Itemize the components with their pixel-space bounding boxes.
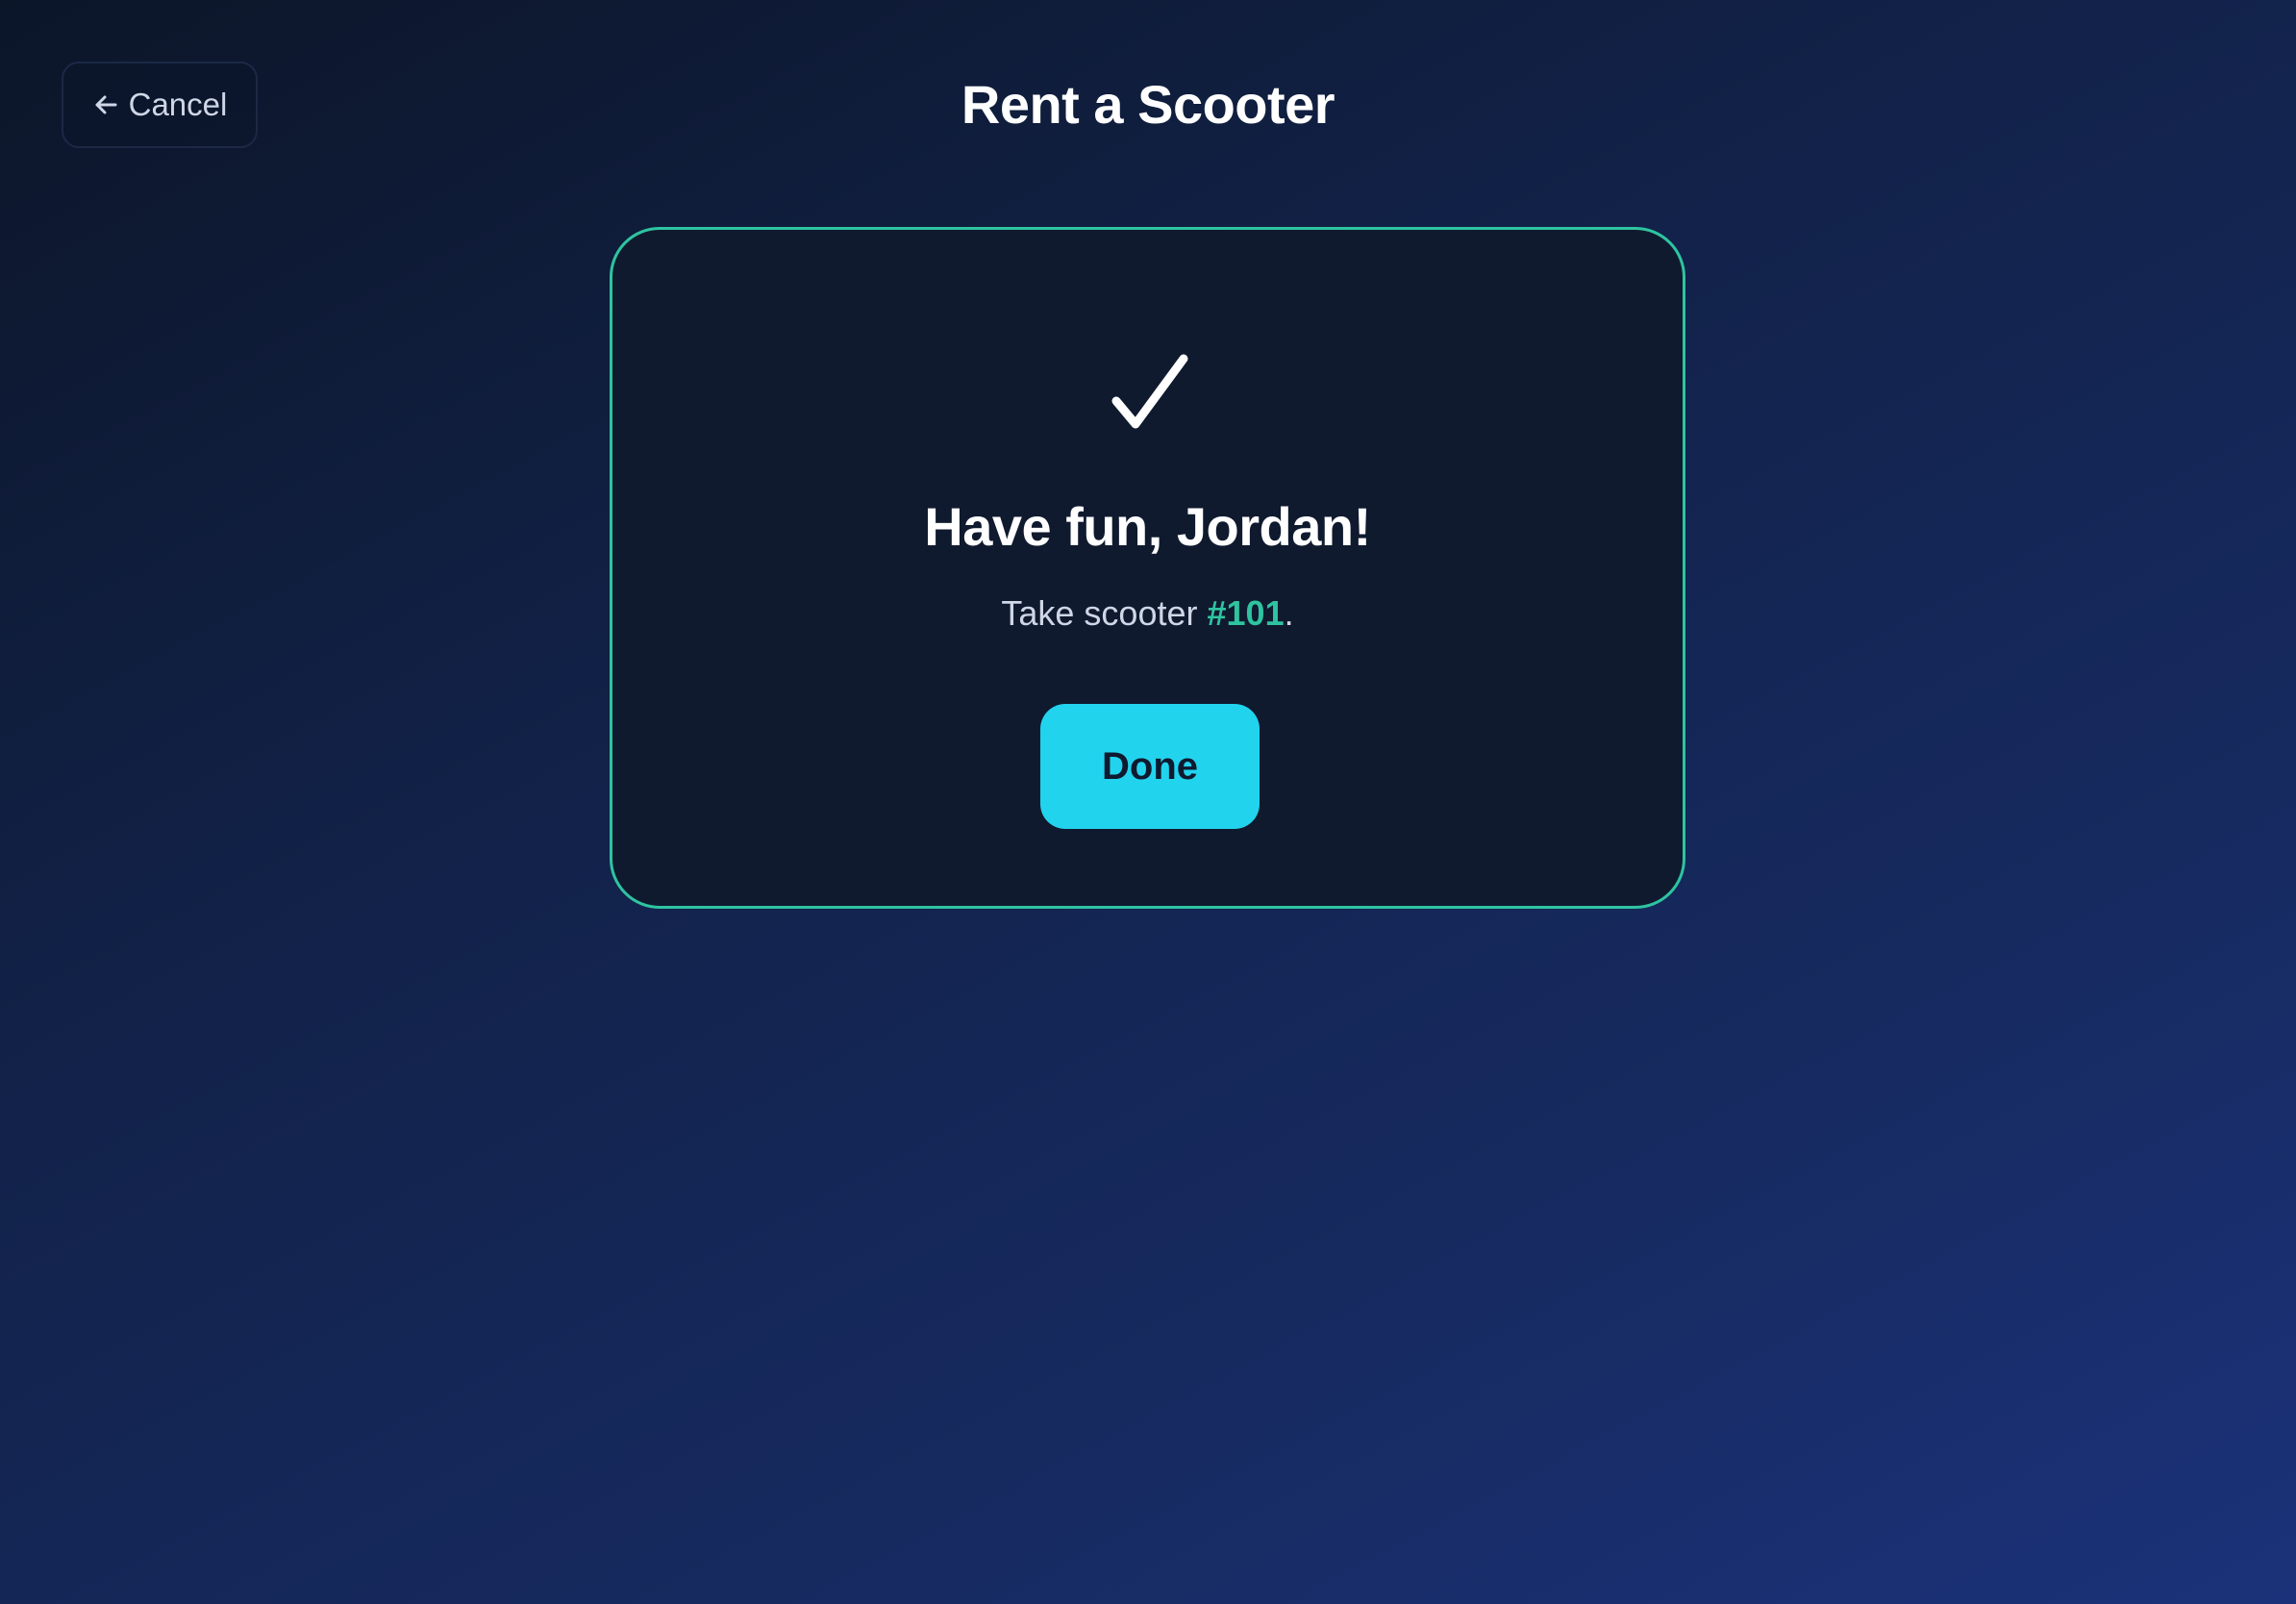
message-prefix: Take scooter [1001,593,1208,633]
scooter-number: #101 [1207,593,1285,633]
check-icon [1107,353,1193,439]
page-title: Rent a Scooter [961,74,1335,135]
done-button[interactable]: Done [1040,704,1260,829]
confirmation-heading: Have fun, Jordan! [924,496,1371,557]
confirmation-message: Take scooter #101. [612,593,1683,634]
message-suffix: . [1284,593,1294,633]
success-card: Have fun, Jordan! Take scooter #101. Don… [610,227,1685,909]
